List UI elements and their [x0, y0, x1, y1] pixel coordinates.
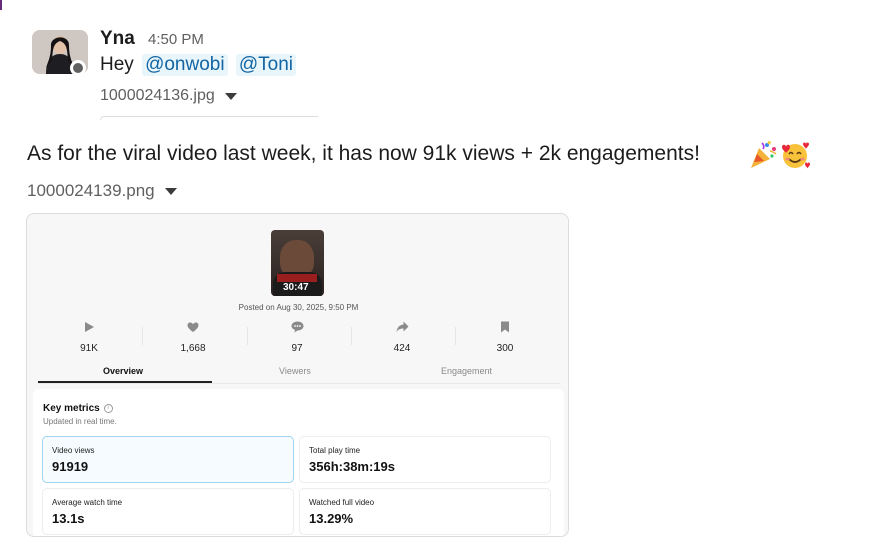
message-text: Hey @onwobi @Toni — [100, 54, 297, 76]
key-metrics-title-text: Key metrics — [43, 403, 100, 414]
stat-shares: 424 — [367, 319, 437, 354]
tab-viewers[interactable]: Viewers — [279, 366, 311, 376]
message-timestamp[interactable]: 4:50 PM — [148, 31, 204, 48]
metric-label: Average watch time — [52, 498, 123, 507]
video-thumbnail: 30:47 — [271, 230, 324, 296]
metric-label: Watched full video — [309, 498, 375, 507]
divider — [351, 327, 352, 345]
image-attachment[interactable]: 30:47 Posted on Aug 30, 2025, 9:50 PM 91… — [26, 213, 569, 537]
attachment-header: 1000024136.jpg — [100, 87, 237, 105]
tabs-divider — [38, 383, 560, 384]
posted-date: Posted on Aug 30, 2025, 9:50 PM — [238, 303, 359, 312]
divider — [142, 327, 143, 345]
thumbnail-banner — [277, 274, 317, 282]
key-metrics-subtitle: Updated in real time. — [43, 417, 117, 426]
stat-value: 300 — [496, 343, 514, 354]
message-text: As for the viral video last week, it has… — [27, 142, 700, 165]
share-icon — [396, 321, 408, 332]
heart-icon — [187, 322, 199, 332]
smiling-face-with-hearts-icon — [782, 142, 810, 169]
key-metrics-card: Key metrics i Updated in real time. Vide… — [33, 389, 564, 536]
divider — [455, 327, 456, 345]
divider — [247, 327, 248, 345]
stat-value: 91K — [80, 343, 98, 354]
attachment-header: 1000024139.png — [27, 181, 177, 201]
message-author[interactable]: Yna — [100, 28, 135, 50]
tab-engagement[interactable]: Engagement — [441, 366, 492, 376]
metric-label: Total play time — [309, 446, 361, 455]
greeting-text: Hey — [100, 54, 134, 75]
metric-value: 13.1s — [52, 511, 85, 526]
attachment-filename[interactable]: 1000024139.png — [27, 181, 155, 201]
metric-value: 91919 — [52, 459, 89, 474]
metric-video-views[interactable]: Video views 91919 — [42, 436, 294, 483]
chevron-down-icon[interactable] — [224, 92, 237, 100]
metric-value: 13.29% — [309, 511, 354, 526]
stat-views: 91K — [54, 319, 124, 354]
stat-value: 424 — [393, 343, 411, 354]
presence-indicator — [70, 60, 86, 76]
stat-value: 1,668 — [180, 343, 206, 354]
stat-value: 97 — [291, 343, 303, 354]
stat-likes: 1,668 — [158, 319, 228, 354]
info-icon[interactable]: i — [103, 404, 113, 413]
image-preview-collapsed[interactable] — [100, 116, 318, 120]
stat-comments: 97 — [262, 319, 332, 354]
attachment-filename[interactable]: 1000024136.jpg — [100, 87, 215, 105]
chevron-down-icon[interactable] — [164, 187, 177, 195]
metric-watched-full-video[interactable]: Watched full video 13.29% — [299, 488, 551, 535]
video-duration: 30:47 — [283, 282, 309, 293]
bookmark-icon — [501, 321, 509, 333]
metric-label: Video views — [52, 446, 95, 455]
metric-total-play-time[interactable]: Total play time 356h:38m:19s — [299, 436, 551, 483]
metric-average-watch-time[interactable]: Average watch time 13.1s — [42, 488, 294, 535]
party-popper-icon — [751, 140, 777, 168]
tab-overview[interactable]: Overview — [103, 366, 143, 376]
key-metrics-title: Key metrics i — [43, 403, 113, 414]
mention-toni[interactable]: @Toni — [235, 54, 297, 76]
mention-onwobi[interactable]: @onwobi — [142, 54, 228, 76]
play-icon — [85, 322, 94, 332]
comment-icon — [291, 321, 303, 333]
metric-value: 356h:38m:19s — [309, 459, 395, 474]
stat-saves: 300 — [470, 319, 540, 354]
window-edge-marker — [0, 0, 2, 10]
active-tab-indicator — [38, 381, 212, 383]
